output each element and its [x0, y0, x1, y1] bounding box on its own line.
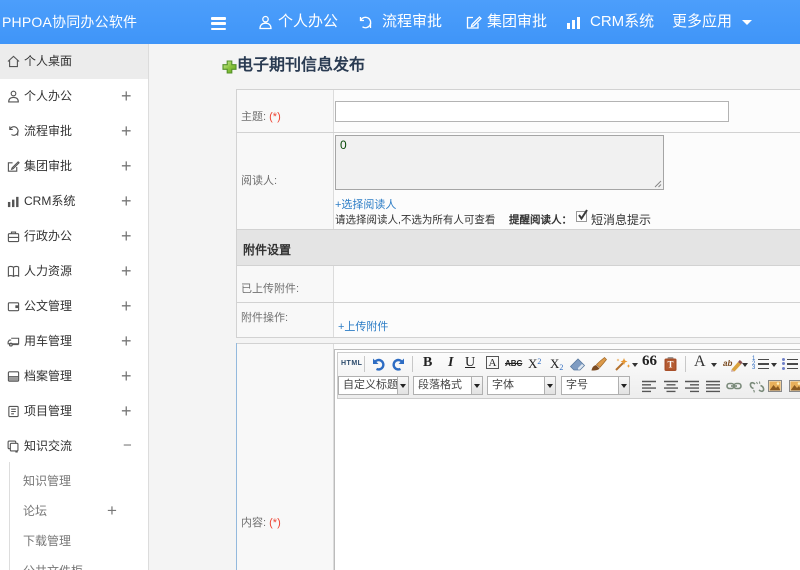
svg-text:T: T — [667, 360, 673, 370]
